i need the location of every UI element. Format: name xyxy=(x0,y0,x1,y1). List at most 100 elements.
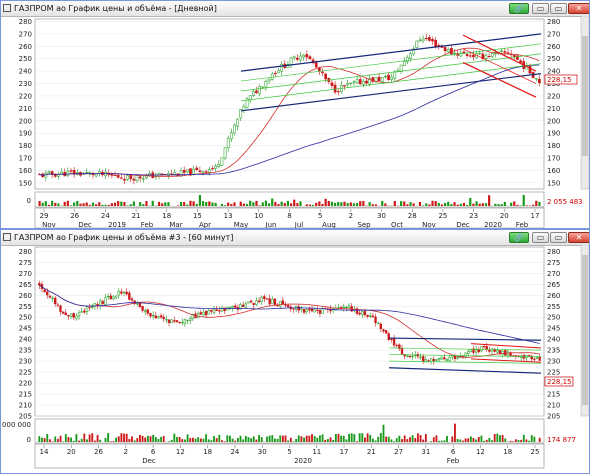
volume-bar xyxy=(428,204,431,206)
volume-bar xyxy=(440,204,444,206)
volume-bar xyxy=(258,205,261,206)
volume-bar xyxy=(284,435,287,442)
volume-bar xyxy=(459,439,462,442)
volume-bar xyxy=(96,435,99,442)
volume-bar xyxy=(379,433,382,442)
price-volume-chart-daily[interactable]: 2802702602502402302202102001901801701601… xyxy=(1,16,589,229)
candle-body xyxy=(343,85,346,87)
y-tick-label: 205 xyxy=(19,413,32,421)
volume-bar xyxy=(315,202,318,206)
candle-body xyxy=(56,304,60,306)
y-tick-label: 220 xyxy=(547,92,560,100)
volume-bar xyxy=(393,200,396,206)
volume-bar xyxy=(321,203,324,206)
volume-bar xyxy=(480,435,483,442)
candle-body xyxy=(453,355,457,360)
candle-body xyxy=(292,308,295,310)
volume-bar xyxy=(213,436,215,442)
candle-body xyxy=(402,61,406,66)
candle-body xyxy=(349,82,353,84)
x-day-label: 5 xyxy=(287,448,291,456)
volume-bar xyxy=(252,436,255,442)
y-tick-label: 255 xyxy=(547,303,560,311)
volume-bar xyxy=(258,435,260,442)
volume-bar xyxy=(170,439,173,442)
y-tick-label: 200 xyxy=(19,117,32,125)
minimize-button[interactable]: ▭ xyxy=(532,3,549,14)
volume-bar xyxy=(484,203,488,206)
candle-body xyxy=(450,48,453,55)
volume-bar xyxy=(456,438,459,442)
candle-body xyxy=(358,312,361,315)
x-month-label: Mar xyxy=(169,221,182,229)
link-chain-icon[interactable]: 🔗 xyxy=(509,232,529,243)
candle-body xyxy=(138,302,142,307)
window-title-bar[interactable]: ГАЗПРОМ ао График цены и объёма - [Дневн… xyxy=(1,1,589,17)
candle-body xyxy=(498,350,502,354)
volume-bar xyxy=(403,201,406,206)
volume-bar xyxy=(230,204,233,206)
volume-bar xyxy=(319,435,321,442)
volume-bar xyxy=(83,433,86,442)
volume-bar xyxy=(88,434,91,442)
price-volume-chart-60min[interactable]: 2802752702652602552502452402352302252202… xyxy=(1,245,589,474)
y-tick-label: 270 xyxy=(547,30,560,38)
x-day-label: 11 xyxy=(312,448,321,456)
volume-bar xyxy=(501,435,504,442)
candle-body xyxy=(247,301,250,304)
volume-bar xyxy=(56,438,59,442)
maximize-button[interactable]: ▭ xyxy=(550,3,567,14)
candle-body xyxy=(207,310,210,315)
window-title-bar[interactable]: ГАЗПРОМ ао График цены и объёма #3 - [60… xyxy=(1,230,589,246)
candle-body xyxy=(146,309,150,314)
candle-body xyxy=(160,173,164,175)
y-tick-label: 260 xyxy=(547,292,560,300)
y-tick-label: 265 xyxy=(547,281,560,289)
chart-window-60min[interactable]: ГАЗПРОМ ао График цены и объёма #3 - [60… xyxy=(0,229,590,474)
volume-bar xyxy=(435,435,438,442)
x-day-label: 31 xyxy=(421,448,430,456)
volume-bar xyxy=(390,439,393,442)
volume-bar xyxy=(38,436,41,442)
x-day-label: 21 xyxy=(367,448,376,456)
candle-body xyxy=(99,300,102,307)
volume-bar xyxy=(292,441,295,442)
volume-bar xyxy=(352,203,356,206)
candle-body xyxy=(313,309,316,313)
candle-body xyxy=(47,171,51,174)
volume-bar xyxy=(533,436,536,442)
candle-body xyxy=(371,315,375,318)
candle-body xyxy=(446,49,450,53)
y-tick-label: 210 xyxy=(547,105,560,113)
close-button[interactable]: ✕ xyxy=(568,232,589,243)
maximize-button[interactable]: ▭ xyxy=(550,232,567,243)
volume-bar xyxy=(236,437,239,442)
chart-window-daily[interactable]: ГАЗПРОМ ао График цены и объёма - [Дневн… xyxy=(0,0,590,229)
candle-body xyxy=(214,165,217,169)
volume-bar xyxy=(444,202,447,206)
candle-body xyxy=(538,78,541,84)
scrollbar-thumb[interactable] xyxy=(582,255,588,405)
volume-bar xyxy=(349,202,352,206)
volume-bar xyxy=(221,440,223,442)
volume-bar xyxy=(493,434,496,442)
scrollbar-thumb[interactable] xyxy=(582,36,588,156)
y-tick-label: 260 xyxy=(547,43,560,51)
candle-body xyxy=(369,315,372,317)
volume-bar xyxy=(57,203,60,206)
candle-body xyxy=(465,53,469,57)
link-chain-icon[interactable]: 🔗 xyxy=(509,3,529,14)
close-button[interactable]: ✕ xyxy=(568,3,589,14)
x-day-label: 10 xyxy=(254,212,263,220)
volume-bar xyxy=(164,202,167,206)
minimize-button[interactable]: ▭ xyxy=(532,232,549,243)
volume-bar xyxy=(318,201,321,206)
window-title: ГАЗПРОМ ао График цены и объёма - [Дневн… xyxy=(14,4,217,13)
y-tick-label: 240 xyxy=(547,336,560,344)
volume-bar xyxy=(416,433,419,442)
volume-bar xyxy=(321,434,324,442)
volume-bar xyxy=(387,436,390,442)
volume-bar xyxy=(538,437,541,442)
volume-bar xyxy=(425,203,428,206)
volume-bar xyxy=(226,435,229,442)
